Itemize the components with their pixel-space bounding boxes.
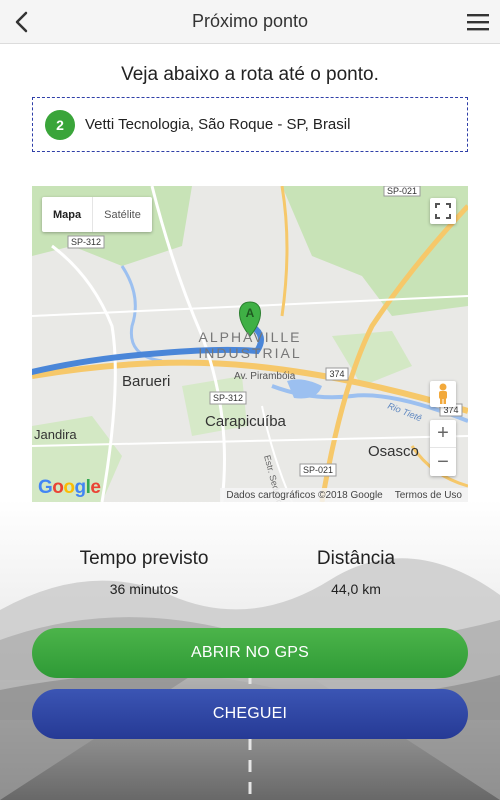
back-button[interactable] (6, 6, 38, 38)
terms-link[interactable]: Termos de Uso (395, 490, 462, 501)
place-label: INDUSTRIAL (198, 345, 301, 361)
route-map[interactable]: A ALPHAVILLE INDUSTRIAL Barueri Carapicu… (32, 186, 468, 502)
place-label: ALPHAVILLE (198, 329, 301, 345)
svg-text:SP-021: SP-021 (303, 465, 333, 475)
arrived-button[interactable]: CHEGUEI (32, 689, 468, 739)
google-logo[interactable]: Google (38, 477, 101, 499)
distance-label: Distância (316, 548, 396, 569)
plus-icon: + (437, 422, 449, 444)
place-label: Barueri (122, 373, 170, 390)
distance-value: 44,0 km (331, 581, 381, 597)
app-header: Próximo ponto (0, 0, 500, 44)
svg-text:SP-021: SP-021 (387, 186, 417, 196)
road-shield: 374 (325, 367, 349, 381)
road-shield: SP-021 (383, 186, 421, 197)
fullscreen-icon (435, 203, 451, 219)
road-shield: SP-021 (299, 463, 337, 477)
menu-button[interactable] (462, 6, 494, 38)
fullscreen-button[interactable] (430, 198, 456, 224)
place-label: Osasco (368, 443, 419, 460)
estimated-time-value: 36 minutos (109, 581, 179, 597)
chevron-left-icon (15, 11, 28, 33)
marker-label: A (246, 306, 255, 320)
minus-icon: − (437, 450, 449, 473)
destination-address: Vetti Tecnologia, São Roque - SP, Brasil (85, 116, 351, 133)
map-type-map-button[interactable]: Mapa (42, 197, 94, 232)
hamburger-menu-icon (467, 14, 489, 31)
page-title: Próximo ponto (191, 11, 309, 31)
street-label: Av. Pirambóia (234, 371, 296, 382)
svg-text:SP-312: SP-312 (213, 393, 243, 403)
place-label: Carapicuíba (205, 413, 287, 430)
road-shield: SP-312 (67, 235, 105, 249)
map-attribution: Dados cartográficos ©2018 Google (226, 489, 383, 501)
place-label: Jandira (34, 427, 77, 442)
street-view-button[interactable] (430, 381, 456, 407)
stop-number-badge: 2 (45, 109, 75, 140)
zoom-controls: + − (430, 420, 456, 476)
svg-text:SP-312: SP-312 (71, 237, 101, 247)
estimated-time-label: Tempo previsto (79, 548, 209, 569)
pegman-icon (439, 383, 447, 404)
map-type-satellite-button[interactable]: Satélite (93, 197, 152, 232)
map-canvas[interactable]: A ALPHAVILLE INDUSTRIAL Barueri Carapicu… (32, 186, 468, 502)
instruction-text: Veja abaixo a rota até o ponto. (121, 64, 379, 85)
map-type-switcher: Mapa Satélite (42, 197, 152, 232)
destination-address-box: 2 Vetti Tecnologia, São Roque - SP, Bras… (32, 97, 468, 152)
open-gps-button[interactable]: ABRIR NO GPS (32, 628, 468, 678)
svg-text:374: 374 (329, 369, 344, 379)
zoom-out-button[interactable]: − (430, 448, 456, 476)
map-attribution-bar: Dados cartográficos ©2018 Google Termos … (220, 488, 468, 502)
zoom-in-button[interactable]: + (430, 420, 456, 448)
road-shield: SP-312 (209, 391, 247, 405)
